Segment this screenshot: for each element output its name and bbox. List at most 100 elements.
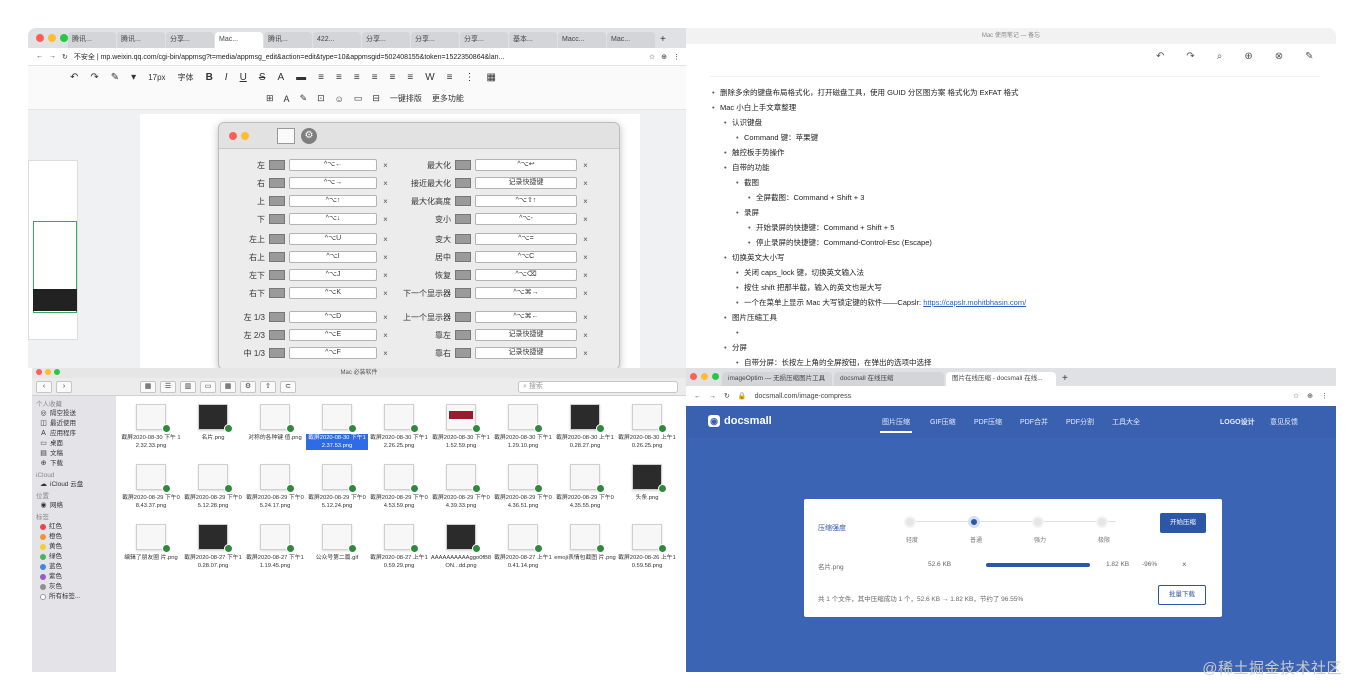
browser-tab[interactable]: 分享...	[166, 32, 214, 48]
shortcut-recorder[interactable]: ^⌥→	[289, 177, 377, 189]
browser-tab[interactable]: 分享...	[460, 32, 508, 48]
file-item[interactable]: 截屏2020-08-27 下午10.28.07.png	[182, 524, 244, 570]
file-item[interactable]: 编辑了朋友圈 片.png	[120, 524, 182, 570]
outline-content[interactable]: 删除多余的键盘布局格式化，打开磁盘工具，使用 GUID 分区图方案 格式化为 E…	[710, 76, 1320, 368]
browser-tab[interactable]: 分享...	[362, 32, 410, 48]
browser-tab[interactable]: 腾讯...	[264, 32, 312, 48]
file-item[interactable]: 截屏2020-08-27 上午10.41.14.png	[492, 524, 554, 570]
file-item[interactable]: 截屏2020-08-30 下午12.37.53.png	[306, 404, 368, 450]
align-right-icon[interactable]: ≡	[354, 72, 360, 83]
strength-step-extreme[interactable]	[1096, 516, 1108, 528]
one-click-layout-button[interactable]: 一键排版	[390, 93, 422, 104]
font-color-button[interactable]: A	[277, 72, 284, 83]
file-item[interactable]: 截屏2020-08-29 下午04.36.51.png	[492, 464, 554, 510]
file-item[interactable]: 截屏2020-08-30 下午 12.32.33.png	[120, 404, 182, 450]
clear-shortcut-icon[interactable]: ×	[581, 161, 590, 170]
browser-tab[interactable]: docsmall 在线压缩	[834, 372, 944, 386]
font-family-select[interactable]: 字体	[178, 72, 194, 83]
bookmark-star-icon[interactable]: ☆	[649, 53, 655, 61]
underline-button[interactable]: U	[240, 72, 247, 83]
gallery-view-button[interactable]: ▭	[200, 380, 216, 393]
browser-tab[interactable]: 分享...	[411, 32, 459, 48]
zoom-window-button[interactable]	[712, 373, 719, 380]
file-item[interactable]: 头条.png	[616, 464, 678, 510]
sidebar-item[interactable]: 灰色	[36, 582, 112, 592]
shortcut-recorder[interactable]: ^⌥⇧↑	[475, 195, 577, 207]
file-item[interactable]: 截屏2020-08-29 下午05.12.28.png	[182, 464, 244, 510]
outline-item[interactable]: 录屏	[736, 207, 759, 218]
outline-link[interactable]: https://capslr.mohitbhasin.com/	[923, 298, 1026, 307]
shortcut-recorder[interactable]: ^⌥←	[289, 159, 377, 171]
url-field[interactable]: docsmall.com/image-compress	[755, 393, 1285, 400]
file-item[interactable]: 截屏2020-08-29 下午04.53.59.png	[368, 464, 430, 510]
close-window-button[interactable]	[229, 132, 237, 140]
nav-gif-compress[interactable]: GIF压缩	[930, 417, 956, 427]
new-tab-button[interactable]: +	[656, 32, 666, 48]
shortcut-recorder[interactable]: ^⌥C	[475, 251, 577, 263]
magic-icon[interactable]: ✎	[300, 93, 308, 104]
clear-shortcut-icon[interactable]: ×	[581, 289, 590, 298]
file-item[interactable]: 截屏2020-08-27 上午10.59.29.png	[368, 524, 430, 570]
image-icon[interactable]: ⊡	[317, 93, 325, 104]
minimize-window-button[interactable]	[45, 369, 51, 375]
sidebar-item[interactable]: ▭ 桌面	[36, 439, 112, 449]
sidebar-item[interactable]: 所有标签...	[36, 592, 112, 602]
extension-icon[interactable]: ⊕	[1307, 392, 1313, 400]
file-item[interactable]: 公众号第二篇.gif	[306, 524, 368, 570]
menu-icon[interactable]: ⋮	[1321, 392, 1336, 400]
extension-icon[interactable]: ⊕	[661, 53, 667, 61]
more-features-button[interactable]: 更多功能	[432, 93, 464, 104]
sidebar-item[interactable]: 蓝色	[36, 562, 112, 572]
column-view-button[interactable]: ▥	[180, 380, 196, 393]
more-icon[interactable]: ⋮	[465, 72, 475, 83]
nav-feedback[interactable]: 意见反馈	[1270, 417, 1298, 427]
redo-icon[interactable]: ↷	[90, 72, 98, 83]
minimize-window-button[interactable]	[241, 132, 249, 140]
sidebar-item[interactable]: 红色	[36, 522, 112, 532]
outline-item[interactable]: 截图	[736, 177, 759, 188]
outline-item[interactable]: 自带的功能	[724, 162, 769, 173]
back-button[interactable]: ‹	[36, 380, 52, 393]
shortcut-recorder[interactable]: ^⌥-	[475, 213, 577, 225]
share-button[interactable]: ⇧	[260, 380, 276, 393]
outline-item[interactable]: 全屏截图：Command + Shift + 3	[748, 192, 864, 203]
shortcut-recorder[interactable]: ^⌥D	[289, 311, 377, 323]
list-view-button[interactable]: ☰	[160, 380, 176, 393]
strength-step-light[interactable]	[904, 516, 916, 528]
outline-item[interactable]: 停止录屏的快捷键：Command-Control-Esc (Escape)	[748, 237, 932, 248]
browser-tab[interactable]: Mac...	[607, 32, 655, 48]
letter-spacing-icon[interactable]: W	[425, 72, 434, 83]
undo-icon[interactable]: ↶	[1156, 51, 1164, 62]
emoji-icon[interactable]: ☺	[335, 94, 344, 104]
page-thumbnail[interactable]	[28, 160, 78, 340]
outline-item[interactable]: 切换英文大小写	[724, 252, 784, 263]
sidebar-item[interactable]: ◉ 网络	[36, 501, 112, 511]
file-item[interactable]: AAAAAAAAAAggo0fB8ON...dd.png	[430, 524, 492, 570]
file-item[interactable]: 截屏2020-08-30 下午11.52.59.png	[430, 404, 492, 450]
nav-tools[interactable]: 工具大全	[1112, 417, 1140, 427]
share-icon[interactable]: ⊗	[1275, 51, 1283, 62]
tag-button[interactable]: ⊂	[280, 380, 296, 393]
browser-tab-active[interactable]: 图片在线压缩 - docsmall 在线...	[946, 372, 1056, 386]
shortcuts-tab-icon[interactable]	[277, 128, 295, 144]
close-window-button[interactable]	[36, 369, 42, 375]
strength-slider-track[interactable]	[910, 521, 1116, 522]
browser-tab[interactable]: 腾讯...	[117, 32, 165, 48]
shortcut-recorder[interactable]: ^⌥U	[289, 233, 377, 245]
file-item[interactable]: 截屏2020-08-29 下午04.35.55.png	[554, 464, 616, 510]
insert-icon[interactable]: ⊕	[1244, 51, 1252, 62]
outline-item[interactable]: 图片压缩工具	[724, 312, 777, 323]
back-icon[interactable]: ←	[694, 393, 701, 400]
clear-shortcut-icon[interactable]: ×	[581, 235, 590, 244]
clear-shortcut-icon[interactable]: ×	[581, 331, 590, 340]
align-center-icon[interactable]: ≡	[336, 72, 342, 83]
settings-tab-icon[interactable]: ⚙	[301, 128, 317, 144]
edit-icon[interactable]: ✎	[1305, 51, 1313, 62]
file-item[interactable]: 截屏2020-08-27 下午11.19.45.png	[244, 524, 306, 570]
sidebar-item[interactable]: 紫色	[36, 572, 112, 582]
file-item[interactable]: 截屏2020-08-30 下午11.29.10.png	[492, 404, 554, 450]
close-window-button[interactable]	[36, 34, 44, 42]
template-icon[interactable]: ⊟	[372, 93, 380, 104]
outline-item[interactable]: 触控板手势操作	[724, 147, 784, 158]
forward-icon[interactable]: →	[49, 53, 56, 60]
